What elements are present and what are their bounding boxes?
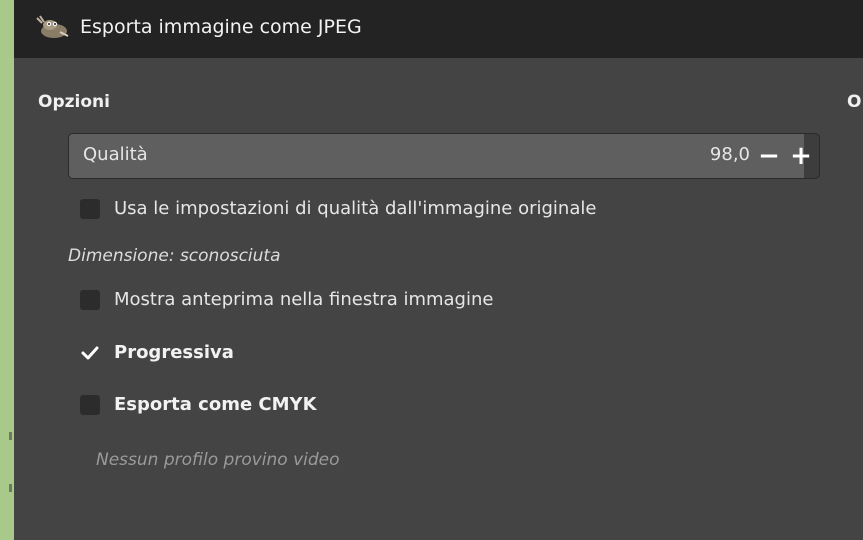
export-cmyk-checkbox[interactable]: Esporta come CMYK (80, 394, 317, 415)
quality-slider-fill (69, 134, 804, 178)
checkbox-box[interactable] (80, 198, 100, 219)
checkbox-label: Usa le impostazioni di qualità dall'imma… (114, 198, 597, 219)
checkbox-box[interactable] (80, 394, 100, 415)
use-original-quality-checkbox[interactable]: Usa le impostazioni di qualità dall'imma… (80, 198, 596, 219)
checkmark-icon (81, 346, 99, 359)
checkbox-label: Mostra anteprima nella finestra immagine (114, 289, 494, 310)
checkbox-box[interactable] (80, 289, 100, 310)
quality-increment-button[interactable]: + (787, 139, 815, 173)
plus-icon: + (790, 141, 812, 171)
background-window-edge (0, 0, 14, 540)
quality-value[interactable]: 98,0 (710, 144, 750, 165)
background-mark (9, 484, 12, 492)
quality-spin-slider[interactable]: Qualità 98,0 − + (68, 133, 820, 179)
show-preview-checkbox[interactable]: Mostra anteprima nella finestra immagine (80, 289, 493, 310)
checkbox-label: Esporta come CMYK (114, 394, 317, 415)
right-column-heading: O (847, 92, 862, 112)
checkbox-box[interactable] (80, 343, 100, 363)
gimp-wilber-icon (34, 14, 70, 40)
file-size-text: Dimensione: sconosciuta (68, 246, 281, 266)
quality-label: Qualità (83, 144, 148, 165)
softproof-profile-text: Nessun profilo provino video (96, 450, 340, 470)
window-title: Esporta immagine come JPEG (80, 16, 362, 38)
background-mark (9, 432, 12, 440)
quality-decrement-button[interactable]: − (755, 139, 783, 173)
options-heading: Opzioni (38, 92, 110, 112)
title-bar: Esporta immagine come JPEG (14, 0, 863, 58)
progressive-checkbox[interactable]: Progressiva (80, 342, 234, 363)
checkbox-label: Progressiva (114, 342, 234, 363)
minus-icon: − (758, 141, 780, 171)
export-jpeg-dialog: Esporta immagine come JPEG Opzioni O Qua… (14, 0, 863, 540)
